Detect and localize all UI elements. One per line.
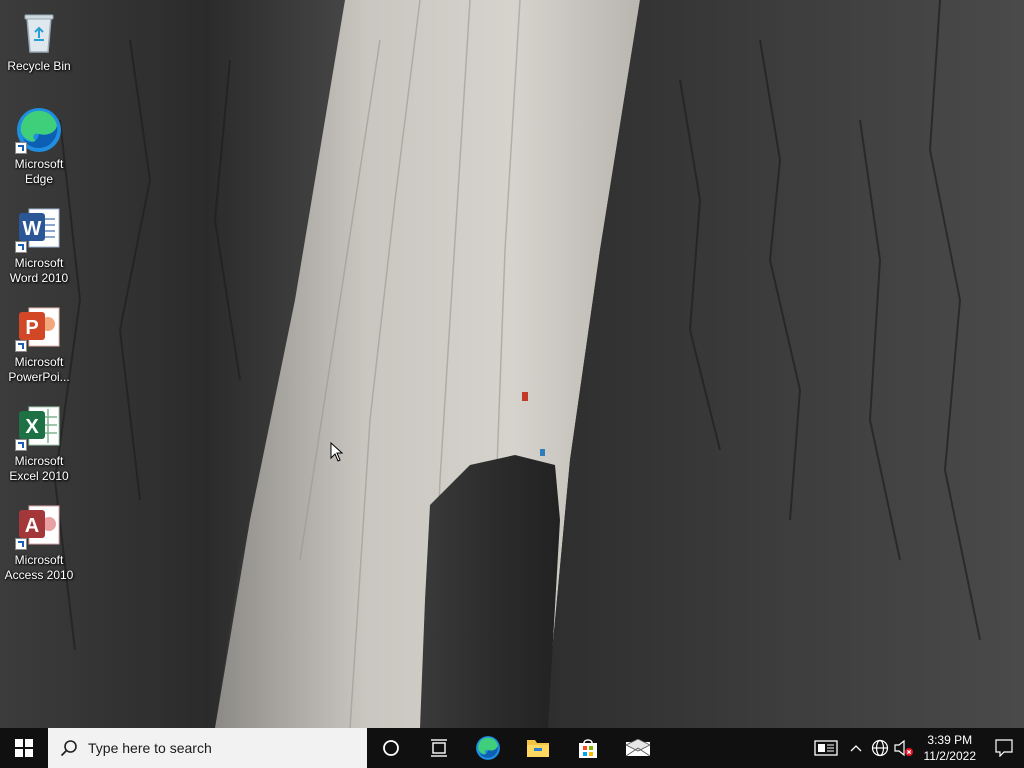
volume-button[interactable]	[892, 728, 916, 768]
clock[interactable]: 3:39 PM 11/2/2022	[916, 732, 985, 764]
start-button[interactable]	[0, 728, 48, 768]
news-widget-button[interactable]	[808, 728, 844, 768]
system-tray: 3:39 PM 11/2/2022	[808, 728, 1024, 768]
notification-icon	[995, 739, 1013, 757]
desktop-icon-edge[interactable]: Microsoft Edge	[4, 106, 74, 187]
network-icon	[871, 739, 888, 757]
svg-text:P: P	[25, 317, 38, 339]
excel-icon: X	[15, 403, 63, 451]
store-icon	[579, 739, 597, 758]
clock-date: 11/2/2022	[923, 749, 977, 763]
file-explorer-icon	[527, 740, 549, 757]
windows-logo-icon	[15, 739, 33, 757]
mail-icon	[625, 739, 651, 757]
edge-icon	[476, 736, 500, 760]
search-icon	[60, 740, 77, 757]
desktop-wallpaper	[0, 0, 1024, 728]
word-icon: W	[15, 205, 63, 253]
desktop-icon-powerpoint[interactable]: P Microsoft PowerPoi...	[4, 304, 74, 385]
desktop-icon-label: Microsoft Edge	[14, 157, 64, 186]
cortana-button[interactable]	[367, 728, 415, 768]
search-placeholder: Type here to search	[88, 740, 212, 756]
desktop-icon-label: Recycle Bin	[7, 59, 71, 73]
mouse-cursor-icon	[330, 441, 344, 467]
desktop-icon-label: Microsoft PowerPoi...	[8, 355, 70, 384]
search-input[interactable]: Type here to search	[48, 728, 367, 768]
notification-center-button[interactable]	[984, 728, 1024, 768]
recycle-bin-icon	[15, 8, 63, 56]
network-button[interactable]	[868, 728, 892, 768]
svg-text:A: A	[25, 515, 39, 537]
taskbar-file-explorer-button[interactable]	[513, 728, 563, 768]
desktop-icon-excel[interactable]: X Microsoft Excel 2010	[4, 403, 74, 484]
taskbar: Type here to search 3:39 PM 11/2/2022	[0, 728, 1024, 768]
shortcut-arrow-icon	[15, 142, 27, 154]
edge-icon	[15, 106, 63, 154]
desktop-icon-label: Microsoft Excel 2010	[9, 454, 69, 483]
shortcut-arrow-icon	[15, 538, 27, 550]
volume-muted-icon	[893, 739, 913, 757]
desktop-icon-access[interactable]: A Microsoft Access 2010	[4, 502, 74, 583]
shortcut-arrow-icon	[15, 241, 27, 253]
shortcut-arrow-icon	[15, 340, 27, 352]
desktop-icon-label: Microsoft Word 2010	[9, 256, 69, 285]
taskbar-mail-button[interactable]	[613, 728, 663, 768]
desktop-icon-recycle-bin[interactable]: Recycle Bin	[4, 8, 74, 74]
news-widget-icon	[813, 740, 838, 756]
shortcut-arrow-icon	[15, 439, 27, 451]
access-icon: A	[15, 502, 63, 550]
cortana-icon	[383, 740, 399, 756]
powerpoint-icon: P	[15, 304, 63, 352]
taskbar-store-button[interactable]	[563, 728, 613, 768]
show-hidden-icons-button[interactable]	[844, 728, 868, 768]
task-view-button[interactable]	[415, 728, 463, 768]
desktop-icon-word[interactable]: W Microsoft Word 2010	[4, 205, 74, 286]
taskbar-edge-button[interactable]	[463, 728, 513, 768]
svg-text:W: W	[23, 218, 42, 240]
task-view-icon	[431, 739, 447, 757]
svg-text:X: X	[25, 416, 39, 438]
desktop-icon-label: Microsoft Access 2010	[4, 553, 74, 582]
clock-time: 3:39 PM	[927, 733, 973, 747]
chevron-up-icon	[850, 745, 861, 752]
